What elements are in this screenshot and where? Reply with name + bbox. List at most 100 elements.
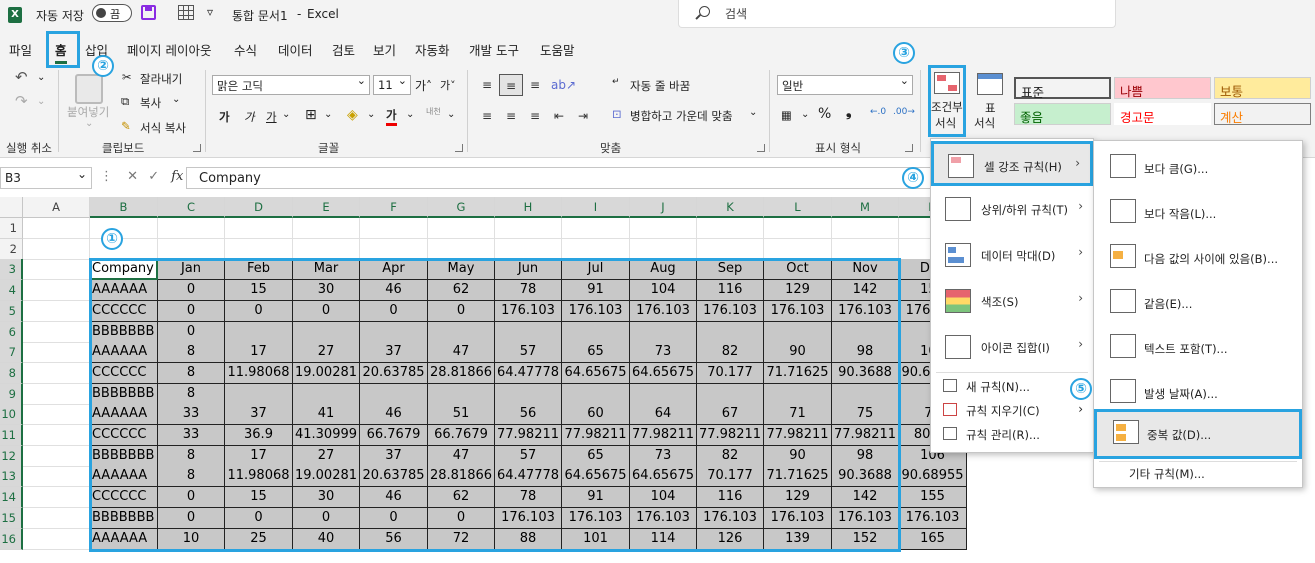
column-header[interactable]: H [495,197,562,218]
grid-cell[interactable] [428,238,495,260]
grid-cell[interactable] [562,238,630,260]
cell-style-normal[interactable]: 표준 [1014,77,1111,100]
table-cell[interactable]: 17 [225,342,293,364]
confirm-entry-icon[interactable]: ✓ [148,169,159,184]
menu-item-clear-rules[interactable]: 규칙 지우기(C) › [931,398,1093,422]
table-cell[interactable]: 11.98068 [225,362,293,384]
table-cell[interactable]: 19.00281 [293,466,360,488]
table-cell[interactable]: 0 [158,487,225,509]
row-header[interactable]: 10 [0,404,23,426]
paste-dropdown-icon[interactable]: ⌄ [85,118,93,129]
cut-button[interactable]: 잘라내기 [140,71,182,87]
formula-input[interactable]: Company [186,167,931,189]
table-cell[interactable]: 98 [832,342,899,364]
table-cell[interactable]: 77.98211 [630,425,697,446]
save-icon[interactable] [141,5,156,20]
table-cell[interactable]: 47 [428,342,495,364]
table-grid-icon[interactable] [178,5,194,20]
font-color-icon[interactable]: 가 [386,107,397,126]
row-header[interactable]: 9 [0,383,23,405]
grid-cell[interactable] [23,507,90,529]
table-header-cell[interactable]: Oct [764,259,832,281]
table-cell[interactable]: 56 [360,528,428,550]
table-cell[interactable]: CCCCCC [90,362,158,384]
table-cell[interactable]: 64.65675 [562,466,630,488]
cell-style-warning[interactable]: 경고문 [1114,103,1211,125]
table-cell[interactable] [293,383,360,405]
column-header[interactable]: G [428,197,495,218]
table-cell[interactable]: 64 [630,404,697,426]
table-cell[interactable]: 176.103 [630,300,697,322]
table-cell[interactable]: 46 [360,280,428,302]
grid-cell[interactable] [293,218,360,239]
table-cell[interactable]: 37 [360,445,428,467]
tab-data[interactable]: 데이터 [278,40,313,59]
phonetic-dropdown-icon[interactable]: ⌄ [447,109,455,120]
grid-cell[interactable] [225,218,293,239]
table-cell[interactable]: 77.98211 [562,425,630,446]
undo-dropdown-icon[interactable]: ⌄ [37,72,45,83]
table-cell[interactable]: 155 [899,487,967,509]
table-cell[interactable]: 0 [158,507,225,529]
table-cell[interactable]: 129 [764,280,832,302]
customize-toolbar-chevron-icon[interactable]: ▿ [207,5,213,19]
borders-icon[interactable]: ⊞ [305,107,317,123]
menu-item-more-rules[interactable]: 기타 규칙(M)... [1129,466,1205,482]
table-cell[interactable]: 64.65675 [630,362,697,384]
grid-cell[interactable] [23,218,90,239]
menu-item-color-scales[interactable]: 색조(S) › [931,279,1093,324]
table-cell[interactable]: 165 [899,528,967,550]
font-color-dropdown-icon[interactable]: ⌄ [406,109,414,120]
column-header[interactable]: B [90,197,158,218]
bold-icon[interactable]: 가 [219,109,230,125]
accounting-dropdown-icon[interactable]: ⌄ [801,109,809,120]
table-cell[interactable]: 0 [293,300,360,322]
conditional-formatting-button[interactable]: 조건부 서식 [929,66,965,136]
table-cell[interactable]: 51 [428,404,495,426]
table-cell[interactable]: 142 [832,280,899,302]
table-cell[interactable]: 72 [428,528,495,550]
table-cell[interactable]: 41.30999 [293,425,360,446]
fill-color-dropdown-icon[interactable]: ⌄ [367,109,375,120]
table-cell[interactable]: 65 [562,342,630,364]
tab-page-layout[interactable]: 페이지 레이아웃 [127,40,211,59]
decrease-indent-icon[interactable]: ⇤ [547,105,571,127]
grid-cell[interactable] [23,445,90,467]
table-cell[interactable] [697,383,764,405]
table-cell[interactable]: BBBBBBB [90,507,158,529]
name-box[interactable]: B3 [0,167,92,189]
table-cell[interactable]: 8 [158,445,225,467]
table-cell[interactable] [428,383,495,405]
grid-cell[interactable] [23,404,90,426]
table-cell[interactable]: AAAAAA [90,280,158,302]
grid-cell[interactable] [832,238,899,260]
grid-cell[interactable] [23,321,90,343]
font-launcher-icon[interactable] [455,144,463,152]
column-header[interactable]: A [23,197,90,218]
menu-item-greater-than[interactable]: 보다 큼(G)... [1094,146,1302,191]
row-header[interactable]: 11 [0,425,23,446]
align-top-icon[interactable]: ≡ [475,74,499,96]
table-cell[interactable]: 88 [495,528,562,550]
column-header[interactable]: C [158,197,225,218]
table-cell[interactable] [832,383,899,405]
menu-item-highlight-cells-rules[interactable]: 셀 강조 규칙(H) › [931,141,1093,186]
table-cell[interactable] [428,321,495,343]
table-cell[interactable]: 37 [360,342,428,364]
cell-style-calculation[interactable]: 계산 [1214,103,1311,125]
table-cell[interactable]: AAAAAA [90,342,158,364]
phonetic-guide-icon[interactable]: 내천 [426,106,441,117]
table-cell[interactable]: 36.9 [225,425,293,446]
underline-dropdown-icon[interactable]: ⌄ [282,109,290,120]
menu-item-between[interactable]: 다음 값의 사이에 있음(B)... [1094,236,1302,281]
align-middle-icon[interactable]: ≡ [499,74,523,96]
table-cell[interactable]: 20.63785 [360,466,428,488]
grid-cell[interactable] [562,218,630,239]
wrap-text-icon[interactable]: ↵ [612,77,620,87]
table-cell[interactable] [764,383,832,405]
table-cell[interactable]: BBBBBBB [90,321,158,343]
table-cell[interactable]: 0 [360,507,428,529]
table-cell[interactable]: 82 [697,445,764,467]
cell-style-bad[interactable]: 나쁨 [1114,77,1211,99]
tab-review[interactable]: 검토 [332,40,355,59]
